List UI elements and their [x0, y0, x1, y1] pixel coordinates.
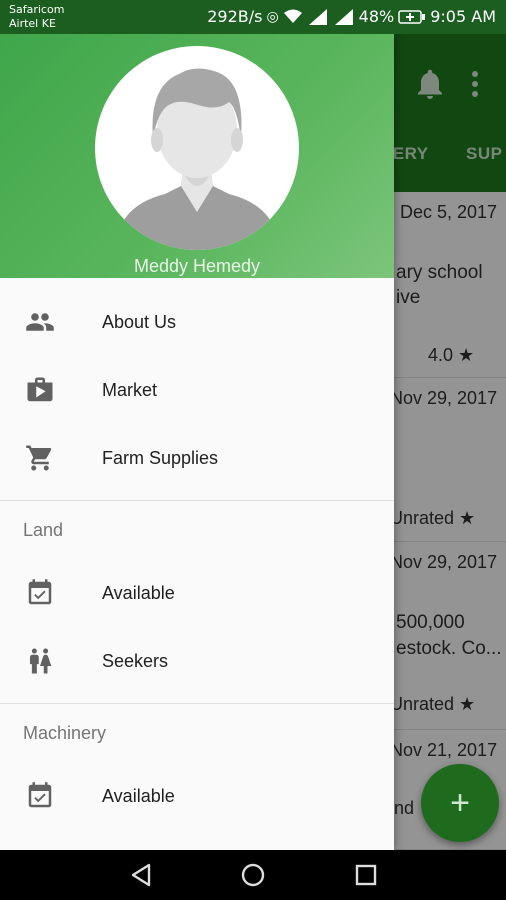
menu-item-label: Available [102, 785, 175, 806]
menu-item-market[interactable]: Market [0, 356, 394, 424]
menu-item-label: Market [102, 379, 158, 400]
battery-percent: 48% [358, 7, 395, 26]
event-available-icon [24, 780, 56, 812]
user-name: Meddy Hemedy [133, 256, 261, 276]
cart-icon [24, 442, 56, 474]
add-fab-button[interactable]: + [421, 764, 499, 842]
battery-charging-icon [398, 9, 426, 24]
carrier-1: Safaricom [9, 3, 65, 16]
menu-item-label: About Us [102, 311, 177, 332]
recents-icon[interactable] [353, 862, 379, 888]
network-speed: 292B/s [207, 7, 263, 26]
menu-item-land-available[interactable]: Available [0, 559, 394, 627]
menu-item-label: Available [102, 582, 175, 603]
menu-item-about-us[interactable]: About Us [0, 288, 394, 356]
menu-item-machinery-available[interactable]: Available [0, 762, 394, 830]
carrier-2: Airtel KE [9, 17, 56, 30]
clock: 9:05 AM [430, 7, 496, 26]
back-icon[interactable] [128, 862, 154, 888]
data-saver-icon: ◎ [266, 8, 279, 25]
section-title-land: Land [23, 519, 64, 540]
avatar[interactable] [95, 46, 299, 250]
system-navigation-bar [0, 850, 506, 900]
signal-icon-2 [334, 8, 353, 25]
menu-item-label: Farm Supplies [102, 447, 219, 468]
wc-icon [24, 645, 56, 677]
menu-item-label: Seekers [102, 650, 169, 671]
plus-icon: + [450, 783, 470, 822]
carrier-info: Safaricom Airtel KE [9, 3, 64, 31]
status-indicators: 292B/s ◎ 48% 9:05 AM [207, 7, 496, 26]
signal-icon [308, 8, 327, 25]
status-bar: Safaricom Airtel KE 292B/s ◎ 48% 9:05 AM [0, 0, 506, 34]
section-title-machinery: Machinery [23, 722, 107, 743]
wifi-icon [283, 9, 302, 23]
home-icon[interactable] [240, 862, 266, 888]
navigation-drawer: Meddy Hemedy About Us Market Farm Suppli… [0, 34, 394, 850]
person-placeholder-icon [115, 68, 279, 250]
shop-icon [24, 374, 56, 406]
menu-item-land-seekers[interactable]: Seekers [0, 627, 394, 695]
people-icon [24, 306, 56, 338]
event-available-icon [24, 577, 56, 609]
drawer-header: Meddy Hemedy [0, 34, 394, 278]
menu-item-farm-supplies[interactable]: Farm Supplies [0, 424, 394, 492]
